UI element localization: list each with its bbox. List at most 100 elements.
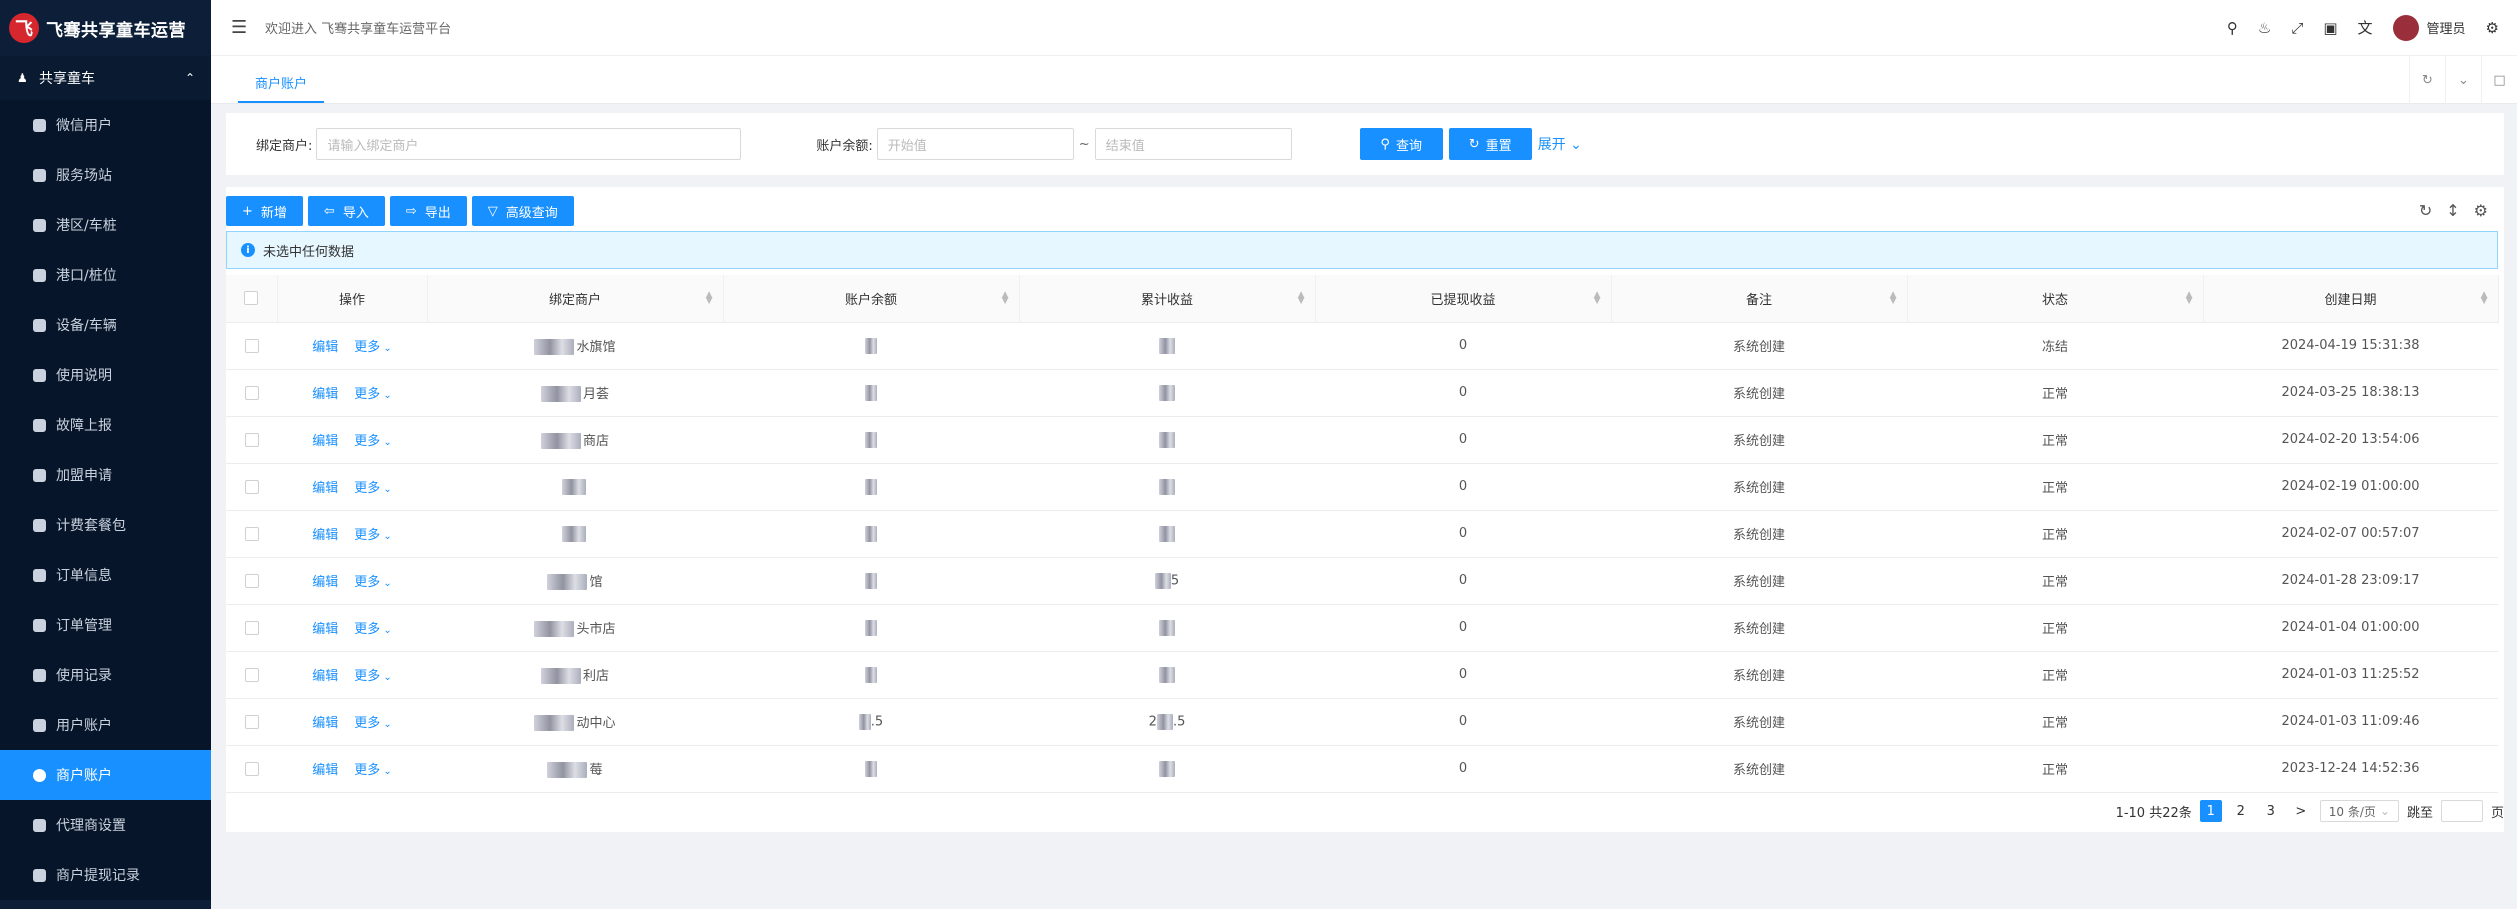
translate-icon[interactable]: 文 [2358,17,2373,38]
column-header[interactable]: 状态 ▲ ▼ [1907,275,2204,323]
edit-link[interactable]: 编辑 [312,575,338,590]
more-dropdown[interactable]: 更多 ⌄ [354,575,391,590]
add-button[interactable]: + 新增 [226,196,303,226]
created-date-cell-text: 2024-01-28 23:09:17 [2281,573,2420,588]
sidebar-item[interactable]: 服务场站 [0,150,211,200]
sidebar-item[interactable]: 使用记录 [0,650,211,700]
sidebar-item[interactable]: 代理商设置 [0,800,211,850]
row-checkbox[interactable] [244,479,259,494]
created-date-cell: 2024-02-19 01:00:00 [2203,463,2498,511]
row-checkbox[interactable] [244,761,259,776]
menu-toggle-icon[interactable]: ☰ [231,17,251,38]
balance-start-input[interactable]: 开始值 [876,128,1074,160]
bell-icon[interactable]: ♨ [2258,19,2271,37]
select-all-checkbox[interactable] [244,291,259,306]
page-button[interactable]: 1 [2199,800,2222,822]
sidebar-item[interactable]: 港口/桩位 [0,250,211,300]
more-dropdown[interactable]: 更多 ⌄ [354,763,391,778]
lock-icon[interactable]: ▣ [2323,19,2337,37]
more-dropdown[interactable]: 更多 ⌄ [354,481,391,496]
row-checkbox[interactable] [244,620,259,635]
next-page-button[interactable]: > [2290,800,2312,822]
created-date-cell: 2023-12-24 14:52:36 [2203,745,2498,793]
import-label: 导入 [342,205,369,221]
sidebar-item[interactable]: 订单管理 [0,600,211,650]
expand-link[interactable]: 展开 ⌄ [1538,134,1582,154]
column-header[interactable]: 已提现收益 ▲ ▼ [1315,275,1612,323]
column-header[interactable]: 累计收益 ▲ ▼ [1019,275,1316,323]
query-button[interactable]: ⚲ 查询 [1359,128,1443,160]
column-header[interactable]: 绑定商户 ▲ ▼ [427,275,724,323]
sidebar-item[interactable]: 加盟申请 [0,450,211,500]
more-dropdown[interactable]: 更多 ⌄ [354,434,391,449]
edit-link[interactable]: 编辑 [312,528,338,543]
sidebar-item[interactable]: 用户账户 [0,700,211,750]
balance-end-input[interactable]: 结束值 [1094,128,1292,160]
row-checkbox[interactable] [244,667,259,682]
fullscreen-icon[interactable]: ⤢ [2291,19,2303,37]
more-dropdown[interactable]: 更多 ⌄ [354,669,391,684]
withdrawn-cell-text: 0 [1458,573,1468,588]
row-checkbox[interactable] [244,385,259,400]
edit-link[interactable]: 编辑 [312,481,338,496]
sidebar-item[interactable]: 故障上报 [0,400,211,450]
expand-icon[interactable]: □ [2481,56,2517,104]
table-row: 编辑 更多 ⌄ 商店 0 系统创建 正常 2024-02-20 13:54:06 [226,416,2498,464]
chevron-down-icon[interactable]: ⌄ [2445,56,2481,104]
user-menu[interactable]: 管理员 [2392,14,2466,41]
sidebar-item[interactable]: 商户账户 [0,750,211,800]
column-header[interactable]: 创建日期 ▲ ▼ [2203,275,2499,323]
page-button[interactable]: 3 [2260,800,2282,822]
sidebar-item[interactable]: 使用说明 [0,350,211,400]
refresh-icon[interactable]: ↻ [2409,56,2445,104]
advanced-query-button[interactable]: ▽ 高级查询 [471,196,574,226]
tab-merchant-account[interactable]: 商户账户 [238,63,325,103]
refresh-icon[interactable]: ↻ [2419,201,2432,220]
sidebar-item[interactable]: 订单信息 [0,550,211,600]
import-button[interactable]: ⇦ 导入 [307,196,385,226]
more-dropdown[interactable]: 更多 ⌄ [354,622,391,637]
note-cell-text: 系统创建 [1732,669,1785,684]
chevron-down-icon: ⌄ [383,625,392,636]
page-button[interactable]: 2 [2230,800,2252,822]
column-header[interactable]: 账户余额 ▲ ▼ [723,275,1020,323]
merchant-input[interactable]: 请输入绑定商户 [316,128,742,160]
settings-icon[interactable]: ⚙ [2474,201,2488,220]
sidebar-item[interactable]: 设备/车辆 [0,300,211,350]
column-header-label: 账户余额 [844,292,897,308]
menu-group-shared-cart[interactable]: ♟ 共享童车 ⌃ [0,56,211,100]
row-checkbox[interactable] [244,714,259,729]
jump-input[interactable] [2440,800,2483,822]
edit-link[interactable]: 编辑 [312,763,338,778]
info-icon: i [241,243,255,257]
edit-link[interactable]: 编辑 [312,387,338,402]
gear-icon[interactable]: ⚙ [2486,19,2499,37]
more-dropdown[interactable]: 更多 ⌄ [354,387,391,402]
export-button[interactable]: ⇨ 导出 [389,196,467,226]
row-checkbox[interactable] [244,432,259,447]
edit-link[interactable]: 编辑 [312,434,338,449]
edit-link[interactable]: 编辑 [312,622,338,637]
column-header[interactable]: 备注 ▲ ▼ [1611,275,1908,323]
reset-button[interactable]: ↻ 重置 [1448,128,1532,160]
more-dropdown[interactable]: 更多 ⌄ [354,528,391,543]
page-size-select[interactable]: 10 条/页 ⌄ [2319,800,2399,822]
merchant-cell: 动中心 [427,698,723,746]
sidebar-item[interactable]: 微信用户 [0,100,211,150]
more-dropdown[interactable]: 更多 ⌄ [354,716,391,731]
redacted-block [1159,384,1175,401]
sidebar-item[interactable]: 港区/车桩 [0,200,211,250]
more-label: 更多 [354,622,381,637]
edit-link[interactable]: 编辑 [312,340,338,355]
edit-link[interactable]: 编辑 [312,669,338,684]
sidebar-item[interactable]: 商户提现记录 [0,850,211,900]
more-dropdown[interactable]: 更多 ⌄ [354,340,391,355]
row-checkbox[interactable] [244,573,259,588]
sidebar-item[interactable]: 计费套餐包 [0,500,211,550]
edit-link[interactable]: 编辑 [312,716,338,731]
row-checkbox[interactable] [244,526,259,541]
row-checkbox[interactable] [244,338,259,353]
column-height-icon[interactable]: ↕ [2446,201,2459,220]
merchant-cell [427,510,723,558]
search-icon[interactable]: ⚲ [2227,19,2238,37]
